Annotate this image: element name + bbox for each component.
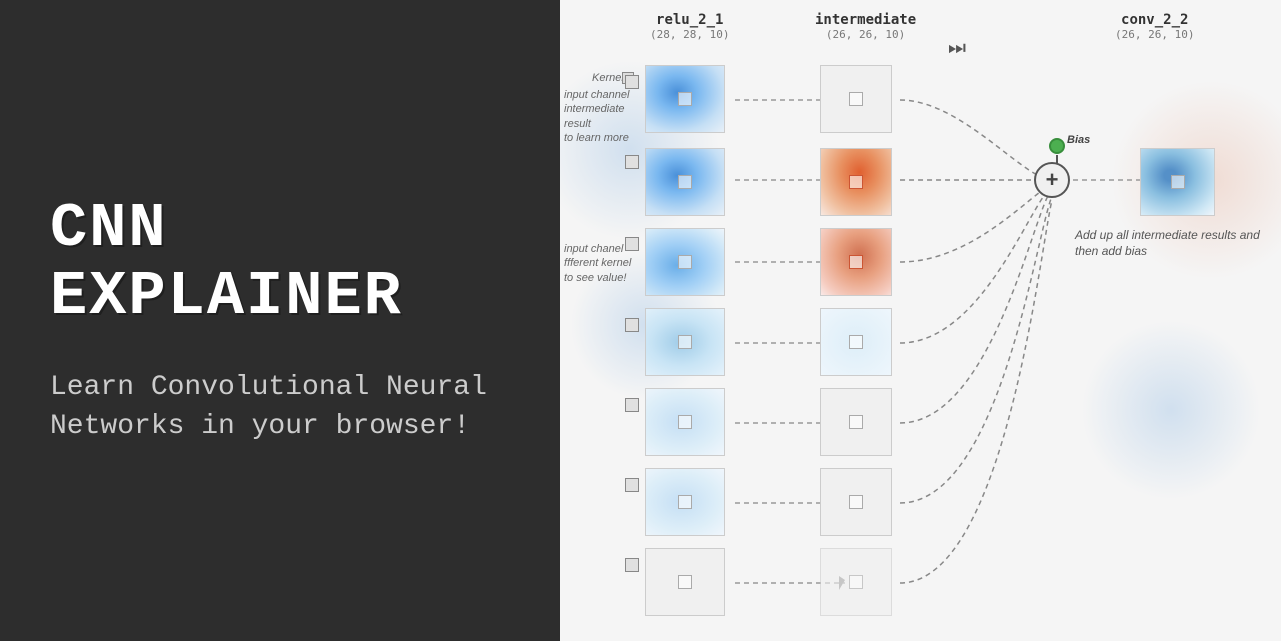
bias-label: Bias [1067,133,1090,147]
bias-node [1049,138,1065,154]
app-subtitle: Learn Convolutional Neural Networks in y… [50,368,510,446]
fmap-int-6[interactable] [820,468,892,536]
fmap-inner-relu-2 [678,175,692,189]
fmap-relu-1[interactable] [645,65,725,133]
fmap-inner-int-2 [849,175,863,189]
row-icon-4 [625,318,639,332]
left-panel: CNN Explainer Learn Convolutional Neural… [0,0,560,641]
fmap-relu-5[interactable] [645,388,725,456]
fmap-inner-int-7 [849,575,863,589]
col-label-conv: conv_2_2 (26, 26, 10) [1115,12,1194,41]
col-label-intermediate: intermediate (26, 26, 10) [815,12,916,41]
fmap-inner-int-3 [849,255,863,269]
fmap-inner-relu-7 [678,575,692,589]
fmap-conv-out[interactable] [1140,148,1215,216]
fmap-int-3[interactable] [820,228,892,296]
row-icon-7 [625,558,639,572]
row-icon-5 [625,398,639,412]
fmap-inner-int-6 [849,495,863,509]
annotation-input-channel: input channel intermediate result to lea… [564,88,654,145]
fmap-inner-relu-5 [678,415,692,429]
add-description: Add up all intermediate results and then… [1075,228,1275,259]
fmap-inner-relu-1 [678,92,692,106]
fmap-inner-int-1 [849,92,863,106]
row-icon-2 [625,155,639,169]
fmap-relu-6[interactable] [645,468,725,536]
row-icon-6 [625,478,639,492]
fmap-int-5[interactable] [820,388,892,456]
right-panel: relu_2_1 (28, 28, 10) intermediate (26, … [560,0,1281,641]
fmap-inner-relu-4 [678,335,692,349]
fmap-inner-relu-3 [678,255,692,269]
row-icon-1 [625,75,639,89]
app-title: CNN Explainer [50,195,510,331]
fmap-relu-2[interactable] [645,148,725,216]
fmap-relu-7[interactable] [645,548,725,616]
bg-blob-4 [1081,320,1261,500]
col-label-relu: relu_2_1 (28, 28, 10) [650,12,729,41]
annotation-input-channel2: input chanel ffferent kernel to see valu… [564,242,654,285]
fmap-inner-int-5 [849,415,863,429]
skip-button[interactable]: ⏭ [948,37,966,60]
fmap-relu-4[interactable] [645,308,725,376]
fmap-inner-relu-6 [678,495,692,509]
fmap-inner-int-4 [849,335,863,349]
fmap-int-4[interactable] [820,308,892,376]
add-node: + [1034,162,1070,198]
fmap-inner-conv-out [1171,175,1185,189]
fmap-int-7[interactable] [820,548,892,616]
fmap-relu-3[interactable] [645,228,725,296]
kernel-label: Kernel [592,72,624,84]
fmap-int-1[interactable] [820,65,892,133]
fmap-int-2[interactable] [820,148,892,216]
